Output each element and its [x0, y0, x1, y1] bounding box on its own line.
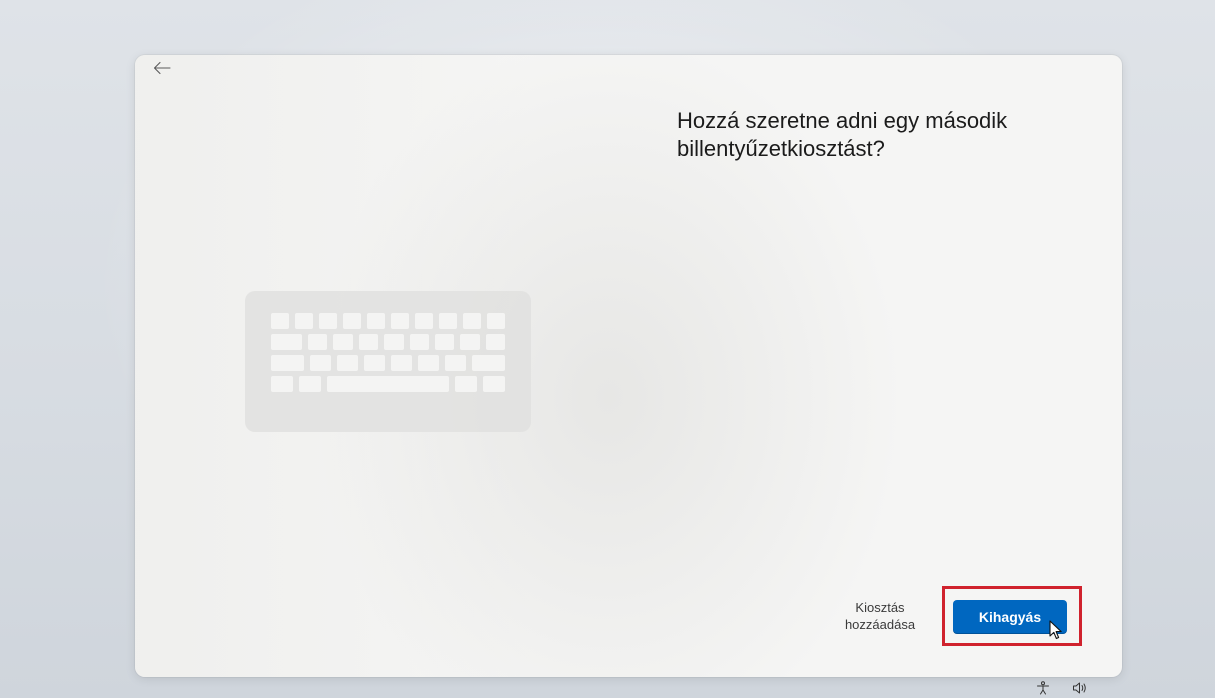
add-layout-button[interactable]: Kiosztás hozzáadása — [834, 599, 926, 633]
page-title: Hozzá szeretne adni egy második billenty… — [677, 108, 1008, 161]
accessibility-icon[interactable] — [1036, 681, 1050, 695]
footer-actions: Kiosztás hozzáadása Kihagyás — [834, 586, 1082, 646]
highlight-annotation: Kihagyás — [942, 586, 1082, 646]
keyboard-icon — [245, 291, 531, 432]
back-button[interactable] — [147, 55, 177, 81]
arrow-left-icon — [153, 61, 171, 75]
mouse-cursor-icon — [1049, 620, 1062, 640]
volume-icon[interactable] — [1072, 681, 1088, 695]
system-tray — [1036, 681, 1088, 695]
setup-dialog: Hozzá szeretne adni egy második billenty… — [135, 55, 1122, 677]
